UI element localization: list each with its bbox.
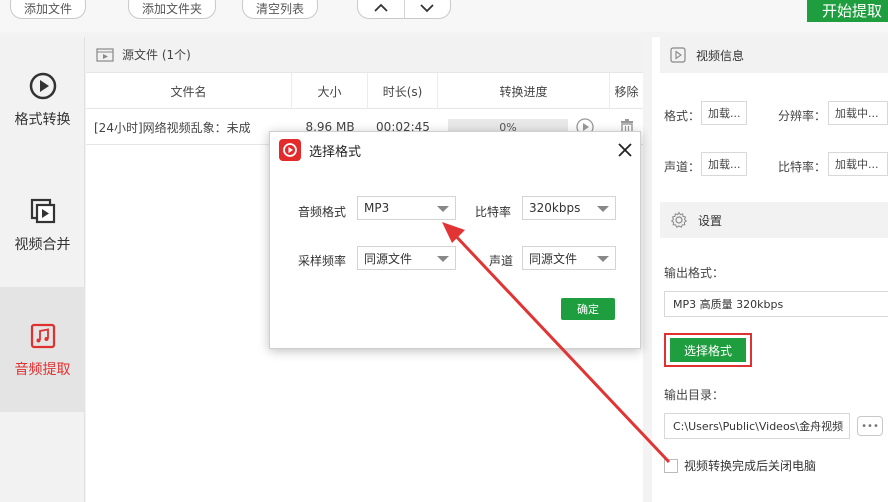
output-format-field: MP3 高质量 320kbps xyxy=(664,291,888,317)
bitrate-value: 加载中... xyxy=(828,152,888,176)
music-note-icon xyxy=(28,321,58,351)
dialog-title-bar: 选择格式 xyxy=(270,132,642,168)
play-square-icon xyxy=(670,47,686,63)
audio-format-value: MP3 xyxy=(364,201,390,215)
source-files-count: 源文件 (1个) xyxy=(122,48,191,62)
gear-icon xyxy=(670,211,688,228)
dialog-channel-label: 声道 xyxy=(489,254,514,268)
output-dir-field[interactable]: C:\Users\Public\Videos\金舟视频 xyxy=(664,413,850,439)
file-name-cell: [24小时]网络视频乱象：未成 xyxy=(94,120,251,135)
format-label: 格式： xyxy=(664,109,701,123)
column-header-remove[interactable]: 移除 xyxy=(610,73,643,109)
close-dialog-button[interactable] xyxy=(614,139,636,161)
sample-rate-value: 同源文件 xyxy=(364,251,413,266)
play-circle-icon xyxy=(28,71,58,101)
output-format-label: 输出格式： xyxy=(664,266,725,280)
video-info-header: 视频信息 xyxy=(660,37,888,73)
channel-select[interactable]: 同源文件 xyxy=(522,246,616,270)
chevron-up-icon xyxy=(374,3,388,12)
ok-button[interactable]: 确定 xyxy=(561,298,615,320)
nav-item-label: 视频合并 xyxy=(14,236,71,253)
column-header-name[interactable]: 文件名 xyxy=(86,73,292,109)
shutdown-option[interactable]: 视频转换完成后关闭电脑 xyxy=(664,457,816,474)
add-folder-button[interactable]: 添加文件夹 xyxy=(128,0,216,19)
video-info-title: 视频信息 xyxy=(696,48,745,63)
move-down-button[interactable] xyxy=(403,0,451,18)
select-format-dialog: 选择格式 音频格式 MP3 比特率 320kbps 采样频率 同源文件 声道 同… xyxy=(269,131,641,349)
bitrate-select[interactable]: 320kbps xyxy=(522,196,616,220)
bitrate-select-value: 320kbps xyxy=(529,201,581,215)
table-header: 文件名 大小 时长(s) 转换进度 移除 xyxy=(86,73,643,109)
format-value: 加载... xyxy=(701,101,747,125)
source-files-header: 源文件 (1个) xyxy=(86,37,643,73)
dropdown-caret-icon xyxy=(597,206,609,212)
top-toolbar: 添加文件 添加文件夹 清空列表 开始提取 xyxy=(0,0,888,32)
shutdown-checkbox[interactable] xyxy=(664,458,678,473)
settings-title: 设置 xyxy=(698,213,723,228)
right-panel: 视频信息 格式： 加载... 分辨率： 加载中... 声道： 加载... 比特率… xyxy=(652,37,888,502)
audio-format-select[interactable]: MP3 xyxy=(357,196,456,220)
clear-list-button[interactable]: 清空列表 xyxy=(242,0,318,19)
video-merge-icon xyxy=(28,196,58,226)
select-format-button[interactable]: 选择格式 xyxy=(670,338,746,362)
nav-item-format-convert[interactable]: 格式转换 xyxy=(0,37,85,162)
channel-select-value: 同源文件 xyxy=(529,251,578,266)
dialog-bitrate-label: 比特率 xyxy=(475,205,512,219)
move-up-button[interactable] xyxy=(358,0,404,18)
audio-format-label: 音频格式 xyxy=(298,205,347,219)
dropdown-caret-icon xyxy=(437,256,449,262)
add-file-button[interactable]: 添加文件 xyxy=(10,0,86,19)
column-header-progress[interactable]: 转换进度 xyxy=(438,73,610,109)
video-file-icon xyxy=(96,47,114,62)
select-format-highlight: 选择格式 xyxy=(664,333,752,367)
dropdown-caret-icon xyxy=(437,206,449,212)
browse-dir-button[interactable]: ••• xyxy=(857,416,883,436)
dialog-title: 选择格式 xyxy=(309,144,362,160)
sidebar-nav: 格式转换 视频合并 音频提取 xyxy=(0,37,85,502)
nav-item-label: 格式转换 xyxy=(14,111,71,128)
start-extract-button[interactable]: 开始提取 xyxy=(807,0,888,22)
nav-item-label: 音频提取 xyxy=(14,361,71,378)
column-header-size[interactable]: 大小 xyxy=(292,73,368,109)
bitrate-label: 比特率： xyxy=(778,160,827,174)
sample-rate-label: 采样频率 xyxy=(298,254,347,268)
resolution-value: 加载中... xyxy=(828,101,888,125)
resolution-label: 分辨率： xyxy=(778,109,827,123)
sample-rate-select[interactable]: 同源文件 xyxy=(357,246,456,270)
column-header-duration[interactable]: 时长(s) xyxy=(368,73,438,109)
channel-value: 加载... xyxy=(701,152,747,176)
settings-header: 设置 xyxy=(660,202,888,238)
nav-item-video-merge[interactable]: 视频合并 xyxy=(0,162,85,287)
move-buttons-group xyxy=(357,0,451,19)
output-dir-label: 输出目录： xyxy=(664,388,725,402)
nav-item-audio-extract[interactable]: 音频提取 xyxy=(0,287,85,412)
close-icon xyxy=(618,143,632,157)
chevron-down-icon xyxy=(420,4,434,13)
dropdown-caret-icon xyxy=(597,256,609,262)
app-logo-icon xyxy=(279,139,301,161)
channel-label: 声道： xyxy=(664,160,701,174)
shutdown-checkbox-label: 视频转换完成后关闭电脑 xyxy=(684,459,817,473)
